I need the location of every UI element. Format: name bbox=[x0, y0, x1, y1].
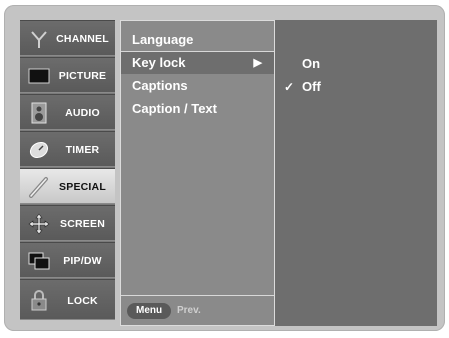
sidebar-item-label: SCREEN bbox=[60, 218, 105, 230]
option-label: On bbox=[302, 56, 321, 71]
key-lock-options: On ✓ Off bbox=[275, 20, 437, 326]
checkmark-icon: ✓ bbox=[284, 80, 295, 94]
sidebar-item-special[interactable]: SPECIAL bbox=[20, 168, 115, 204]
magic-wand-icon bbox=[28, 176, 50, 198]
sidebar-item-label: SPECIAL bbox=[59, 181, 106, 193]
clock-icon bbox=[28, 139, 50, 161]
sidebar-item-channel[interactable]: CHANNEL bbox=[20, 20, 115, 56]
sidebar-item-lock[interactable]: LOCK bbox=[20, 279, 115, 320]
menu-item-label: Key lock bbox=[132, 55, 186, 70]
option-on[interactable]: On bbox=[275, 53, 437, 75]
sidebar-item-label: TIMER bbox=[65, 144, 100, 156]
option-label: Off bbox=[302, 79, 321, 94]
padlock-icon bbox=[28, 289, 50, 311]
menu-item-key-lock[interactable]: Key lock ▶ bbox=[121, 52, 274, 74]
arrow-right-icon: ▶ bbox=[253, 57, 262, 69]
menu-item-label: Captions bbox=[132, 78, 188, 93]
category-sidebar: CHANNEL PICTURE AUDIO TIMER SPECIAL SCRE… bbox=[20, 20, 115, 320]
menu-footer: Menu Prev. bbox=[121, 295, 274, 325]
pip-windows-icon bbox=[28, 250, 50, 272]
menu-item-language[interactable]: Language bbox=[121, 29, 274, 51]
sidebar-item-audio[interactable]: AUDIO bbox=[20, 94, 115, 130]
sidebar-item-label: LOCK bbox=[67, 294, 98, 307]
sidebar-item-pip-dw[interactable]: PIP/DW bbox=[20, 242, 115, 278]
sidebar-item-label: PICTURE bbox=[58, 70, 107, 82]
sidebar-item-picture[interactable]: PICTURE bbox=[20, 57, 115, 93]
menu-item-label: Language bbox=[132, 32, 194, 47]
menu-item-caption-text[interactable]: Caption / Text bbox=[121, 98, 274, 120]
sidebar-item-label: AUDIO bbox=[65, 107, 100, 119]
menu-item-captions[interactable]: Captions bbox=[121, 75, 274, 97]
option-off[interactable]: ✓ Off bbox=[275, 76, 437, 98]
sidebar-item-label: PIP/DW bbox=[63, 255, 102, 267]
prev-hint: Prev. bbox=[177, 305, 201, 316]
speaker-icon bbox=[28, 102, 50, 124]
antenna-icon bbox=[28, 28, 50, 50]
move-arrows-icon bbox=[28, 213, 50, 235]
special-menu: Language Key lock ▶ Captions Caption / T… bbox=[120, 20, 275, 326]
menu-key-button[interactable]: Menu bbox=[127, 303, 172, 319]
sidebar-item-screen[interactable]: SCREEN bbox=[20, 205, 115, 241]
tv-screen-icon bbox=[28, 65, 50, 87]
menu-item-label: Caption / Text bbox=[132, 101, 217, 116]
sidebar-item-timer[interactable]: TIMER bbox=[20, 131, 115, 167]
sidebar-item-label: CHANNEL bbox=[56, 33, 109, 45]
